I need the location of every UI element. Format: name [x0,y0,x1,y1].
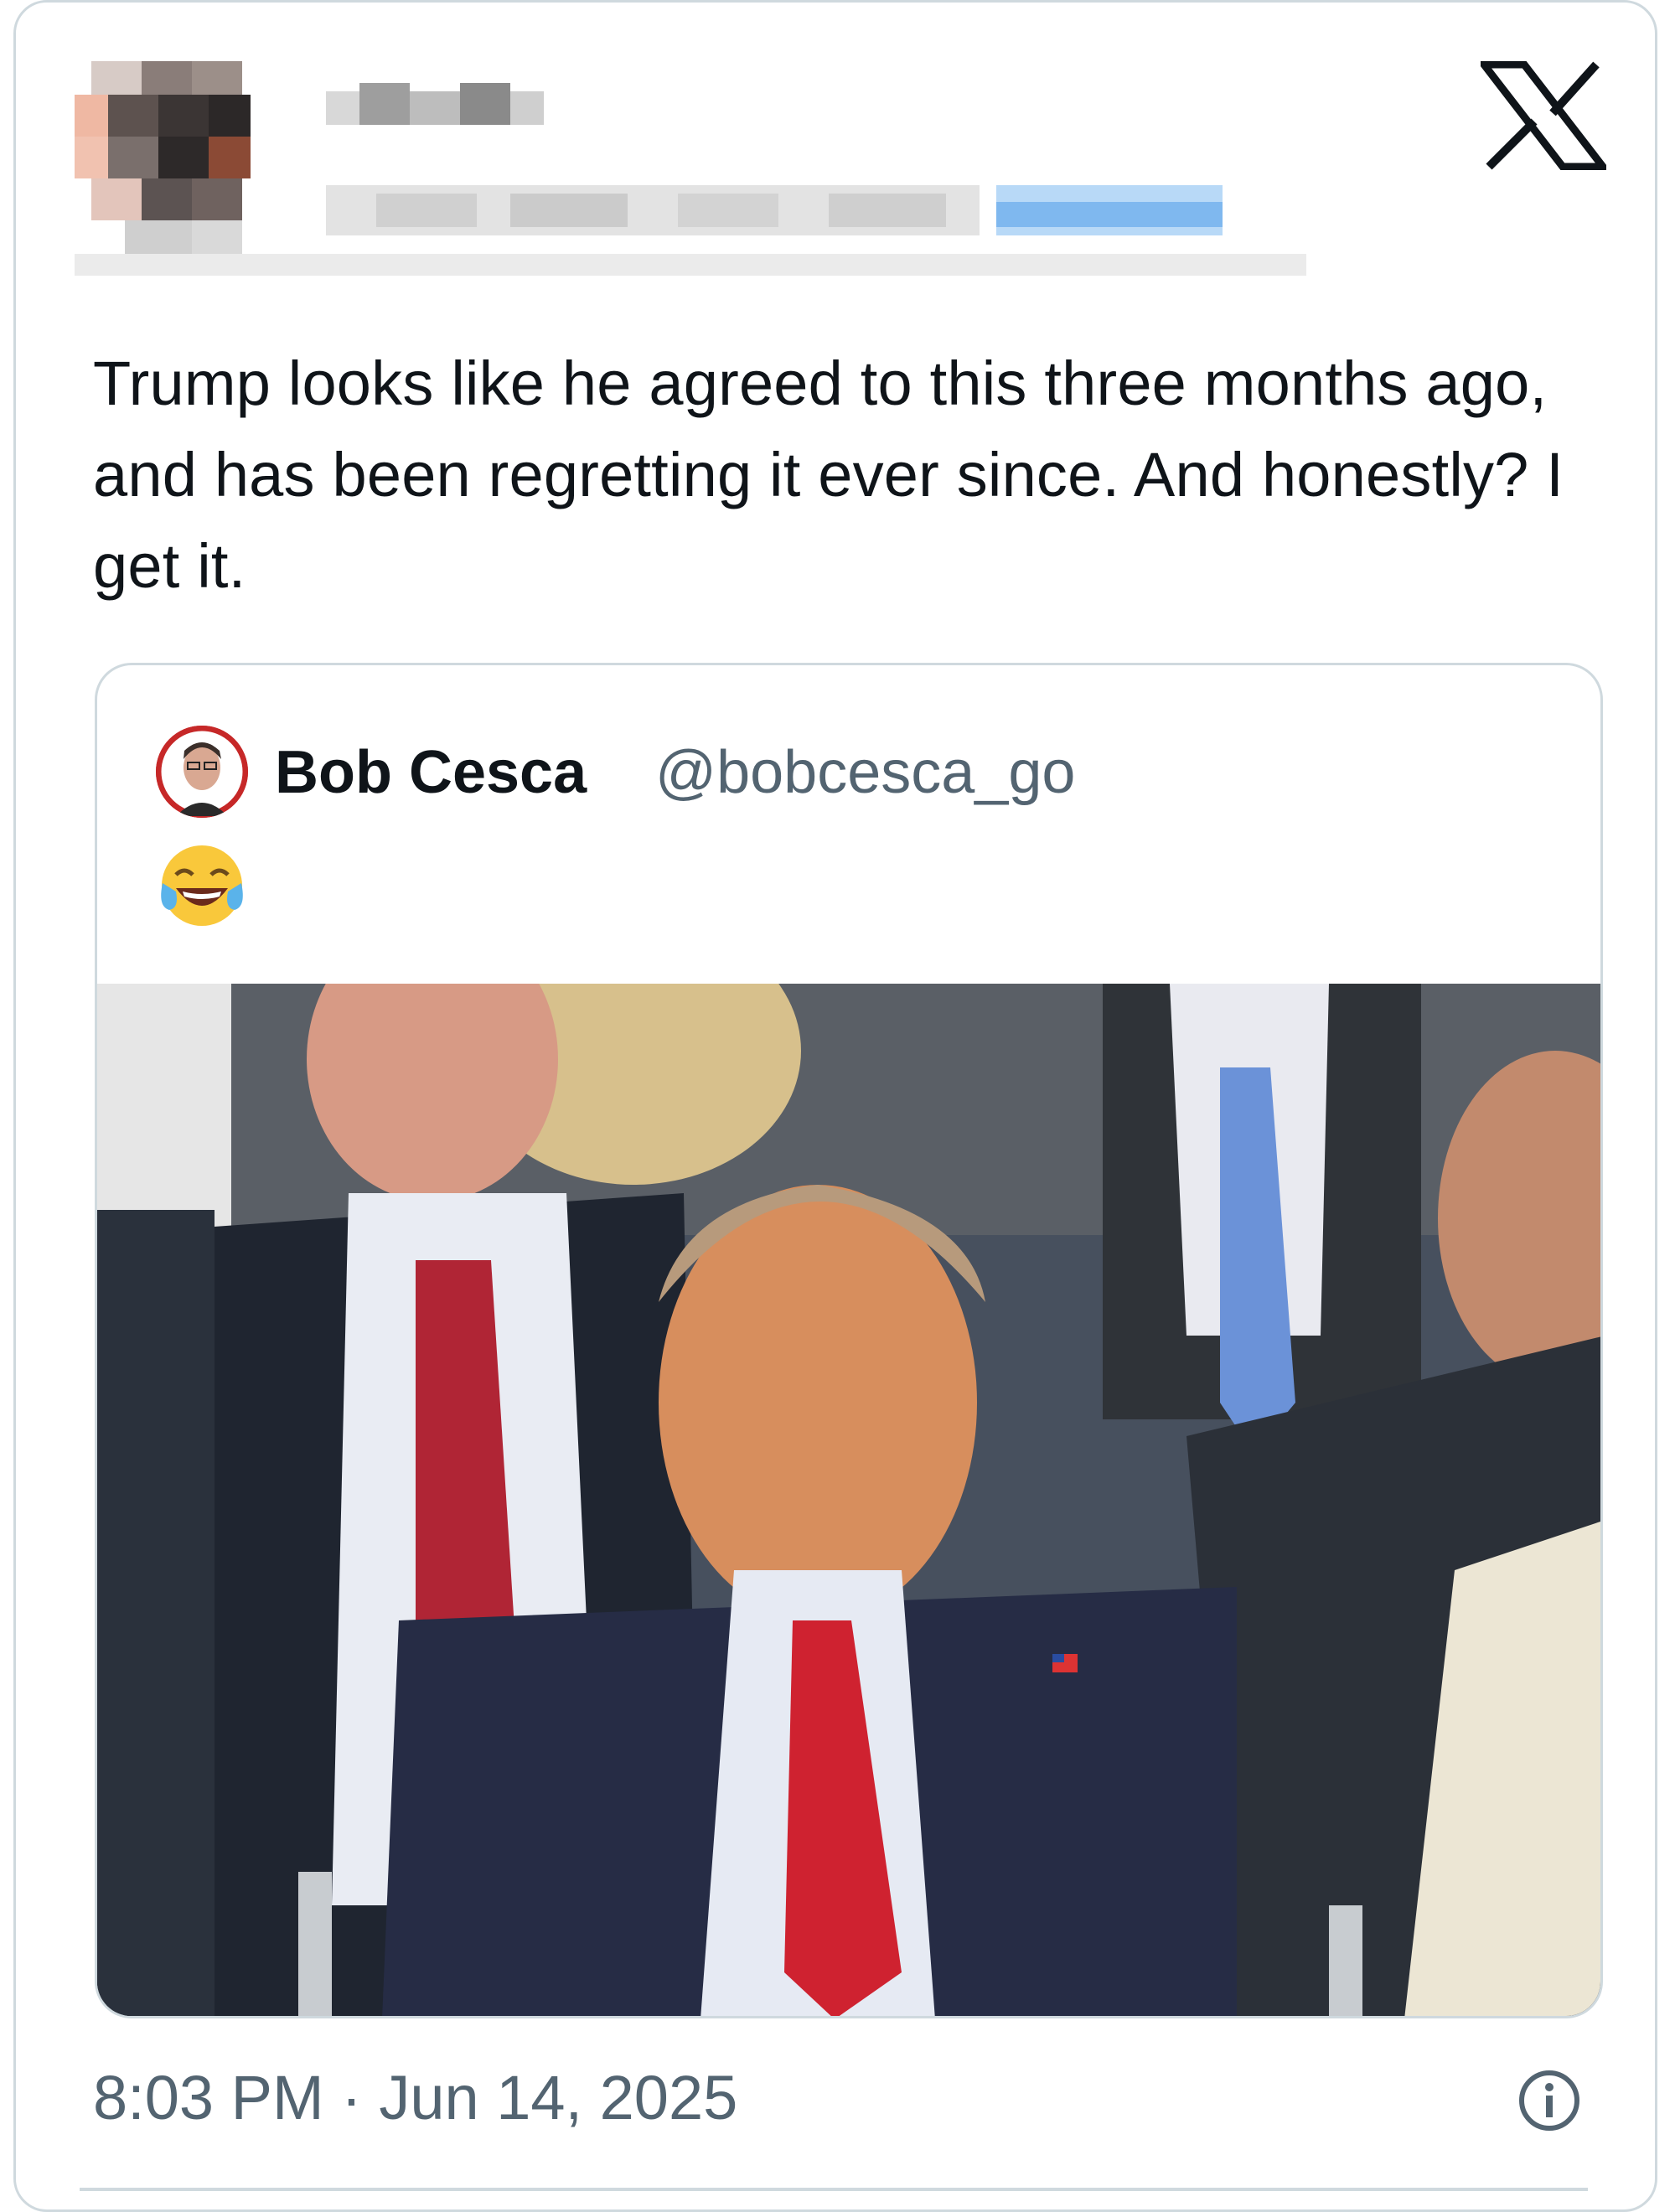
tweet-text: Trump looks like he agreed to this three… [93,349,1564,601]
x-logo-icon[interactable] [1481,61,1606,170]
follow-button-redacted[interactable] [996,185,1223,235]
author-name-redacted[interactable] [326,83,544,133]
quoted-author-avatar[interactable] [156,726,248,818]
quoted-author-handle[interactable]: @bobcesca_go [655,731,1075,814]
quoted-tweet-photo[interactable] [97,984,1603,2018]
tweet-timestamp[interactable]: 8:03 PM · Jun 14, 2025 [93,2052,737,2144]
bottom-divider [80,2188,1588,2191]
quoted-tweet[interactable]: Bob Cesca @bobcesca_go [95,663,1603,2018]
author-avatar-redacted[interactable] [75,61,318,271]
author-handle-redacted [326,185,980,235]
avatar-portrait-icon [156,726,248,818]
laughing-crying-emoji-icon [161,845,243,926]
info-icon[interactable] [1516,2067,1583,2134]
tweet-card: Trump looks like he agreed to this three… [13,0,1657,2212]
quoted-author-name[interactable]: Bob Cesca [275,731,587,814]
header-divider-redacted [75,254,1306,276]
